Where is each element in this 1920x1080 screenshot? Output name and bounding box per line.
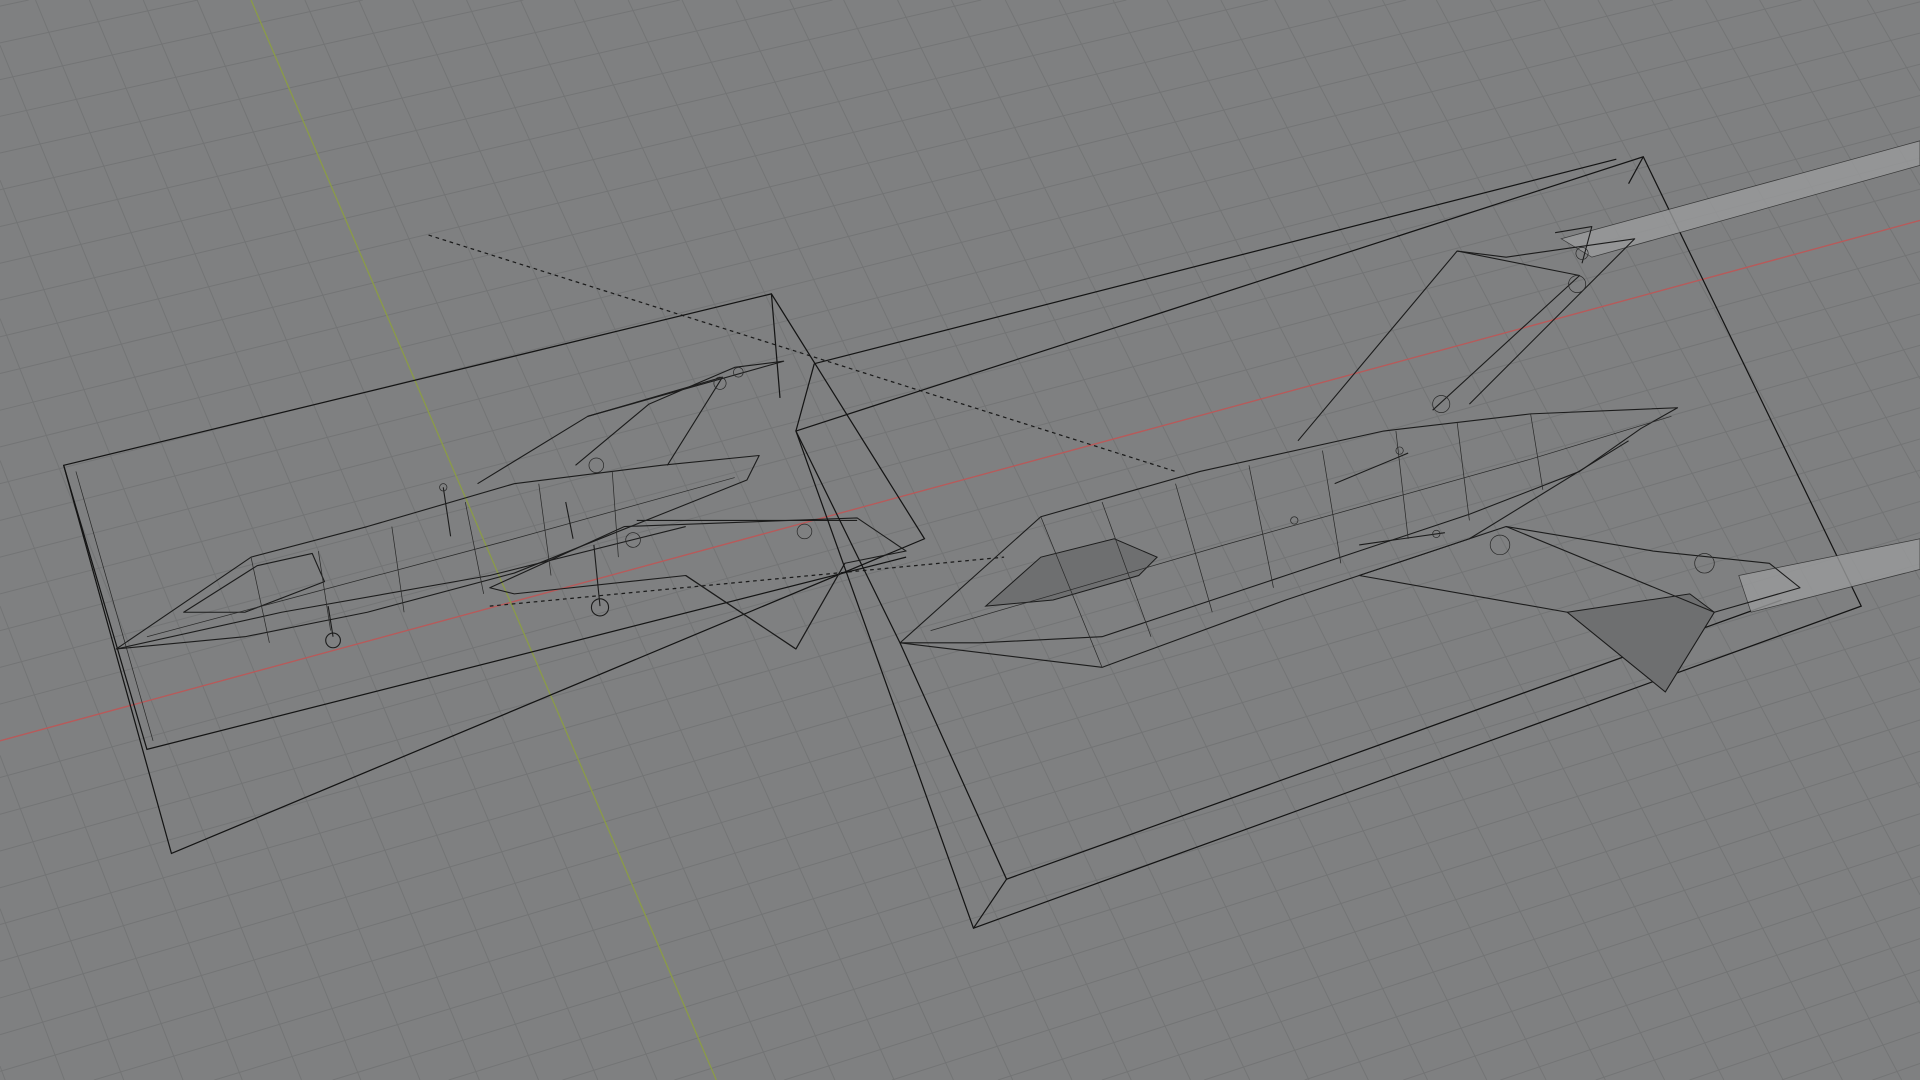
- viewport-background: [0, 0, 1920, 1080]
- 3d-viewport[interactable]: [0, 0, 1920, 1080]
- viewport-canvas[interactable]: [0, 0, 1920, 1080]
